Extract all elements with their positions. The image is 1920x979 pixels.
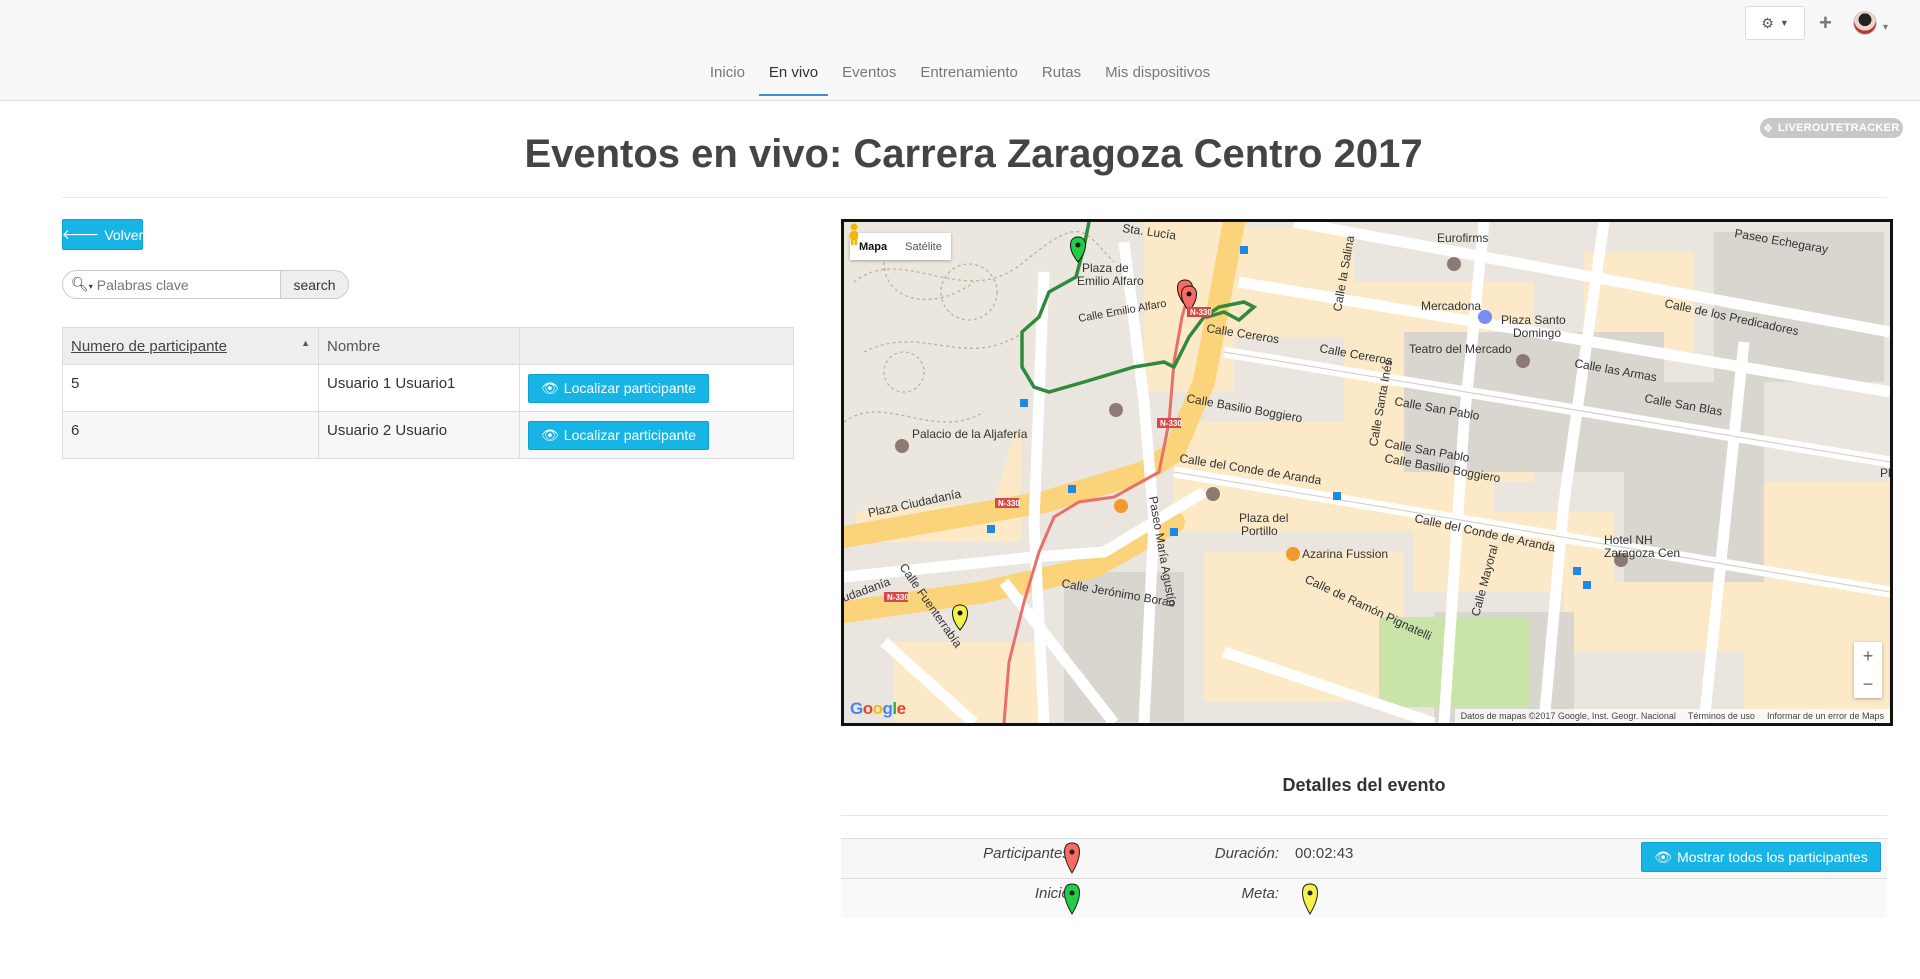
- svg-text:Portillo: Portillo: [1241, 524, 1278, 538]
- sort-asc-icon: ▲: [301, 337, 310, 348]
- svg-text:Palacio de la Aljafería: Palacio de la Aljafería: [912, 427, 1028, 441]
- divider: [841, 815, 1887, 816]
- search-bar: 🔍︎▾ search: [62, 270, 349, 299]
- show-all-participants-button[interactable]: 👁 Mostrar todos los participantes: [1641, 842, 1881, 872]
- plus-icon[interactable]: +: [1819, 12, 1832, 34]
- locate-participant-button[interactable]: 👁 Localizar participante: [528, 420, 710, 450]
- svg-text:Mercadona: Mercadona: [1421, 299, 1481, 313]
- arrow-left-icon: 🡐: [61, 226, 100, 242]
- participant-name: Usuario 1 Usuario1: [318, 364, 520, 412]
- svg-text:Plaza del: Plaza del: [1239, 511, 1288, 525]
- zoom-control: + −: [1854, 642, 1882, 698]
- search-input[interactable]: [96, 276, 267, 293]
- caret-down-icon[interactable]: ▾: [1883, 22, 1888, 33]
- participant-number: 5: [62, 364, 319, 412]
- gear-icon: ⚙: [1761, 14, 1774, 31]
- report-error-link[interactable]: Informar de un error de Maps: [1767, 711, 1884, 721]
- start-marker-icon: [1064, 883, 1080, 915]
- nav-entrenamiento[interactable]: Entrenamiento: [908, 58, 1030, 96]
- terms-link[interactable]: Términos de uso: [1688, 711, 1755, 721]
- map-type-satellite[interactable]: Satélite: [896, 233, 951, 260]
- search-button[interactable]: search: [280, 270, 349, 299]
- svg-text:N-330: N-330: [1160, 419, 1182, 428]
- svg-text:N-330: N-330: [1190, 308, 1212, 317]
- nav-mis-dispositivos[interactable]: Mis dispositivos: [1093, 58, 1222, 96]
- column-header-number[interactable]: Numero de participante ▲: [62, 327, 319, 365]
- zoom-in-button[interactable]: +: [1854, 642, 1882, 670]
- search-icon[interactable]: 🔍︎▾: [71, 276, 93, 293]
- finish-label: Meta:: [1241, 885, 1279, 902]
- caret-down-icon: ▼: [1779, 18, 1789, 28]
- svg-text:N-330: N-330: [887, 593, 909, 602]
- svg-text:Azarina Fussion: Azarina Fussion: [1302, 547, 1388, 561]
- svg-text:Pl: Pl: [1880, 466, 1890, 480]
- participants-label: Participantes:: [983, 845, 1074, 862]
- participants-table: Numero de participante ▲ Nombre 5 Usuari…: [62, 327, 794, 459]
- divider: [62, 197, 1886, 198]
- map-canvas[interactable]: N-330 N-330 N-330 N-330 Sta. Lucía Eurof…: [844, 222, 1890, 723]
- duration-value: 00:02:43: [1295, 845, 1354, 862]
- svg-text:Teatro del Mercado: Teatro del Mercado: [1409, 342, 1512, 356]
- table-row: 5 Usuario 1 Usuario1 👁 Localizar partici…: [62, 364, 794, 412]
- participant-number: 6: [62, 411, 319, 459]
- duration-label: Duración:: [1214, 845, 1279, 862]
- finish-marker-icon: [1302, 883, 1318, 915]
- google-logo[interactable]: Google: [850, 699, 906, 719]
- svg-text:Zaragoza Cen: Zaragoza Cen: [1604, 546, 1680, 560]
- locate-participant-button[interactable]: 👁 Localizar participante: [528, 373, 710, 403]
- eye-icon: 👁: [541, 379, 559, 396]
- top-navbar: Inicio En vivo Eventos Entrenamiento Rut…: [0, 0, 1920, 101]
- page-title: Eventos en vivo: Carrera Zaragoza Centro…: [524, 132, 1423, 176]
- nav-eventos[interactable]: Eventos: [830, 58, 908, 96]
- eye-icon: 👁: [1654, 848, 1673, 865]
- back-button[interactable]: 🡐 Volver: [62, 219, 143, 250]
- svg-text:Domingo: Domingo: [1513, 326, 1561, 340]
- main-nav: Inicio En vivo Eventos Entrenamiento Rut…: [0, 58, 1920, 96]
- nav-rutas[interactable]: Rutas: [1030, 58, 1093, 96]
- participant-name: Usuario 2 Usuario: [318, 411, 520, 459]
- column-header-name: Nombre: [318, 327, 520, 365]
- table-row: 6 Usuario 2 Usuario 👁 Localizar particip…: [62, 411, 794, 459]
- table-header-row: Numero de participante ▲ Nombre: [62, 327, 794, 365]
- details-title: Detalles del evento: [1282, 775, 1446, 795]
- map-type-control: Mapa Satélite: [850, 233, 951, 260]
- svg-text:Eurofirms: Eurofirms: [1437, 231, 1488, 245]
- eye-icon: 👁: [541, 426, 559, 443]
- participant-marker-icon: [1064, 842, 1080, 874]
- zoom-out-button[interactable]: −: [1854, 670, 1882, 698]
- svg-text:Plaza Santo: Plaza Santo: [1501, 313, 1566, 327]
- svg-text:Plaza de: Plaza de: [1082, 261, 1129, 275]
- svg-text:Emilio Alfaro: Emilio Alfaro: [1077, 274, 1144, 288]
- pegman-icon[interactable]: [844, 222, 864, 246]
- avatar[interactable]: [1853, 11, 1877, 35]
- start-label: Inicio:: [1034, 885, 1074, 902]
- nav-en-vivo[interactable]: En vivo: [757, 58, 830, 96]
- event-map[interactable]: N-330 N-330 N-330 N-330 Sta. Lucía Eurof…: [841, 219, 1893, 726]
- settings-dropdown-button[interactable]: ⚙ ▼: [1745, 6, 1805, 40]
- svg-text:Hotel NH: Hotel NH: [1604, 533, 1653, 547]
- nav-inicio[interactable]: Inicio: [698, 58, 757, 96]
- details-row: Inicio: Meta:: [841, 878, 1887, 918]
- map-attribution: Datos de mapas ©2017 Google, Inst. Geogr…: [1454, 709, 1890, 723]
- search-field-wrapper: 🔍︎▾: [62, 270, 280, 299]
- svg-text:N-330: N-330: [998, 499, 1020, 508]
- column-header-actions: [519, 327, 794, 365]
